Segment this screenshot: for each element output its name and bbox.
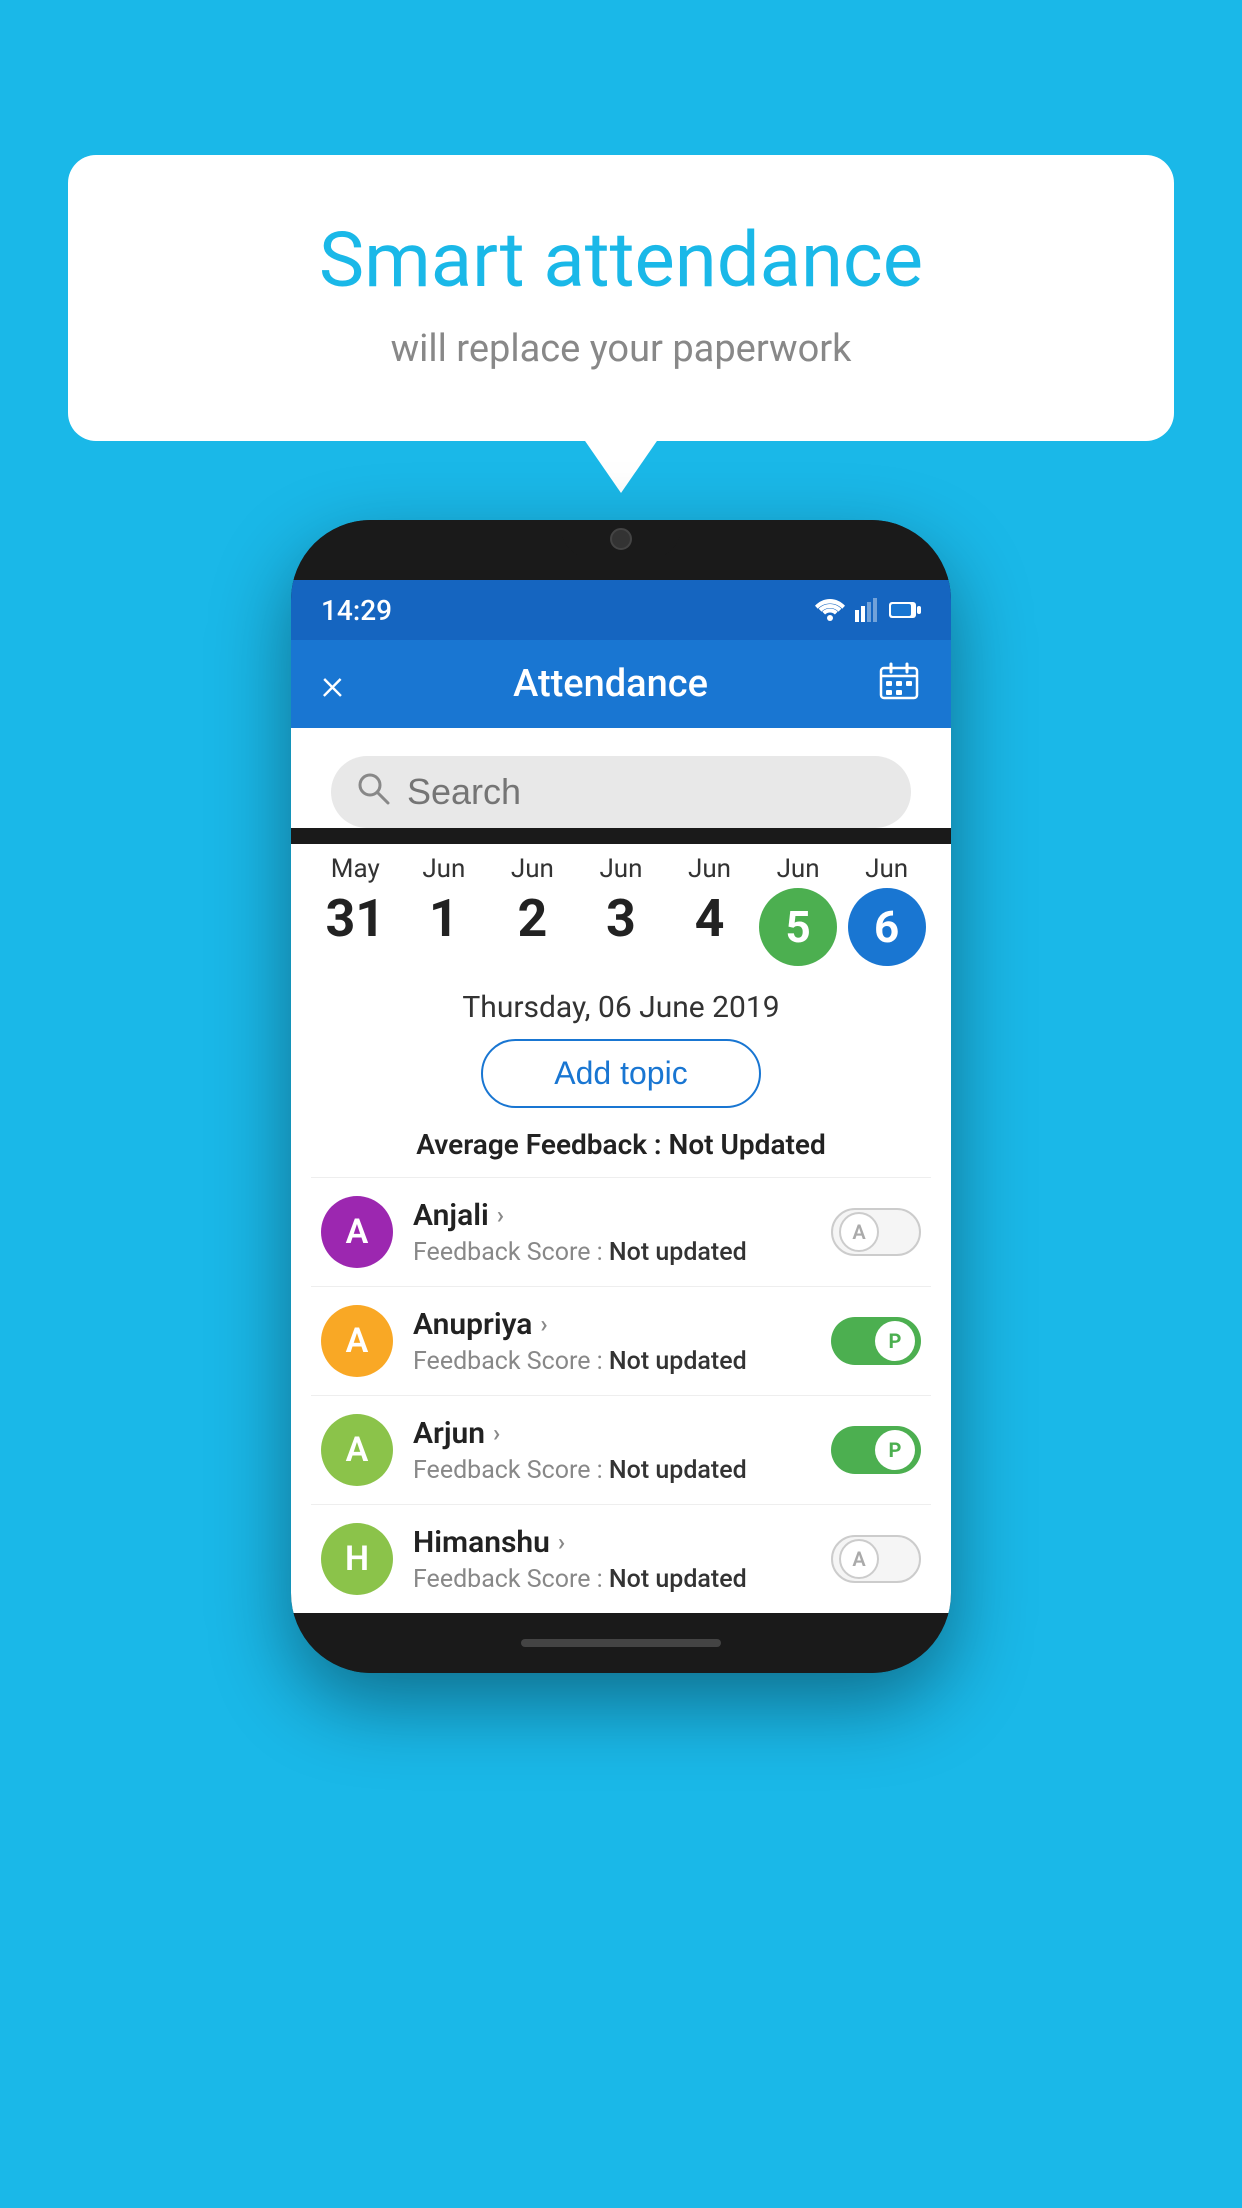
add-topic-button[interactable]: Add topic (481, 1039, 761, 1108)
student-feedback: Feedback Score : Not updated (413, 1347, 815, 1376)
content-area: Thursday, 06 June 2019 Add topic Average… (291, 966, 951, 1613)
student-item[interactable]: H Himanshu › Feedback Score : Not updated A (311, 1504, 931, 1613)
student-item[interactable]: A Arjun › Feedback Score : Not updated P (311, 1395, 931, 1504)
date-item[interactable]: Jun6 (848, 854, 926, 966)
status-bar: 14:29 (291, 580, 951, 640)
attendance-toggle[interactable]: A (831, 1208, 921, 1256)
student-feedback: Feedback Score : Not updated (413, 1456, 815, 1485)
student-name: Himanshu › (413, 1525, 815, 1560)
feedback-value: Not Updated (669, 1128, 826, 1161)
date-item[interactable]: Jun3 (582, 854, 660, 949)
student-feedback: Feedback Score : Not updated (413, 1238, 815, 1267)
phone-body: 14:29 (291, 520, 951, 1673)
phone-notch (561, 520, 681, 558)
app-bar: × Attendance (291, 640, 951, 728)
app-bar-title: Attendance (513, 662, 708, 706)
student-avatar: A (321, 1305, 393, 1377)
date-item[interactable]: Jun1 (405, 854, 483, 949)
signal-icon (855, 598, 879, 622)
average-feedback: Average Feedback : Not Updated (311, 1128, 931, 1161)
student-name: Arjun › (413, 1416, 815, 1451)
speech-bubble-subtitle: will replace your paperwork (148, 327, 1094, 371)
date-item[interactable]: Jun2 (493, 854, 571, 949)
status-icons (815, 598, 921, 622)
student-name: Anjali › (413, 1198, 815, 1233)
search-bar[interactable] (331, 756, 911, 828)
phone-mockup: 14:29 (291, 520, 951, 1673)
attendance-toggle[interactable]: P (831, 1426, 921, 1474)
wifi-icon (815, 599, 845, 621)
attendance-toggle[interactable]: A (831, 1535, 921, 1583)
date-item[interactable]: Jun5 (759, 854, 837, 966)
student-item[interactable]: A Anupriya › Feedback Score : Not updated P (311, 1286, 931, 1395)
battery-icon (889, 600, 921, 620)
speech-bubble: Smart attendance will replace your paper… (68, 155, 1174, 441)
date-item[interactable]: Jun4 (671, 854, 749, 949)
students-list: AAnjali ›Feedback Score : Not updatedAAA… (311, 1177, 931, 1613)
speech-bubble-title: Smart attendance (148, 215, 1094, 305)
student-avatar: H (321, 1523, 393, 1595)
attendance-toggle[interactable]: P (831, 1317, 921, 1365)
student-avatar: A (321, 1414, 393, 1486)
phone-bottom-border (291, 1613, 951, 1673)
close-button[interactable]: × (321, 658, 344, 710)
date-picker-row: May31Jun1Jun2Jun3Jun4Jun5Jun6 (291, 844, 951, 966)
search-input[interactable] (407, 771, 887, 813)
selected-date-text: Thursday, 06 June 2019 (311, 966, 931, 1039)
camera-cutout (610, 528, 632, 550)
home-indicator (521, 1639, 721, 1647)
date-item[interactable]: May31 (316, 854, 394, 949)
student-avatar: A (321, 1196, 393, 1268)
speech-bubble-container: Smart attendance will replace your paper… (68, 155, 1174, 441)
phone-top-border (291, 520, 951, 580)
status-time: 14:29 (321, 594, 392, 627)
student-item[interactable]: A Anjali › Feedback Score : Not updated A (311, 1177, 931, 1286)
calendar-icon[interactable] (877, 660, 921, 708)
student-name: Anupriya › (413, 1307, 815, 1342)
student-feedback: Feedback Score : Not updated (413, 1565, 815, 1594)
search-icon (355, 770, 391, 815)
